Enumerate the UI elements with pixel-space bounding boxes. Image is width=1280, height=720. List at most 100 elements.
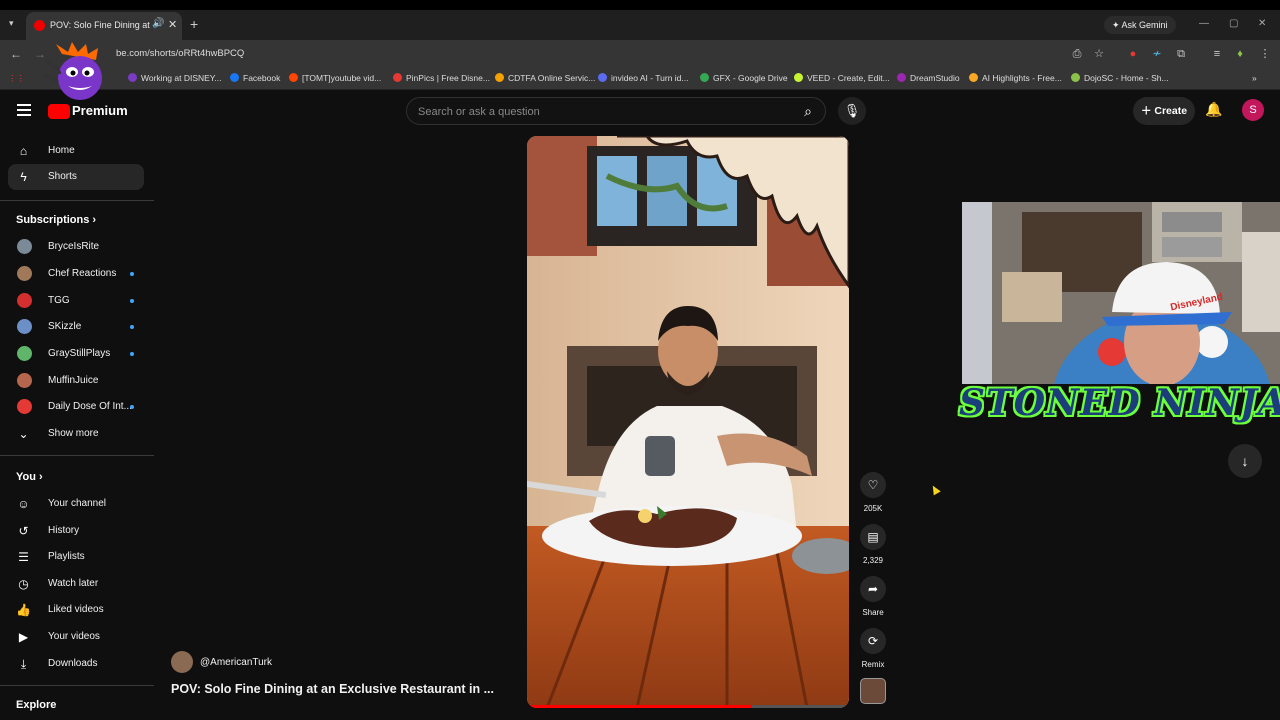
sidebar: ⌂ Home ϟ Shorts Subscriptions › BryceIsR… — [0, 132, 154, 720]
bookmark-item[interactable]: Facebook — [230, 73, 280, 83]
channel-avatar — [17, 346, 32, 361]
more-bookmarks-icon[interactable]: » — [1252, 73, 1257, 83]
sidebar-item-label: Downloads — [48, 658, 98, 669]
sidebar-subscription[interactable]: TGG — [8, 288, 144, 314]
sidebar-item-shorts[interactable]: ϟ Shorts — [8, 164, 144, 190]
sidebar-subscription[interactable]: Chef Reactions — [8, 261, 144, 287]
short-video-player[interactable] — [527, 136, 849, 708]
bookmark-star-icon[interactable]: ☆ — [1092, 47, 1106, 61]
bookmark-item[interactable]: invideo AI - Turn id... — [598, 73, 688, 83]
new-tab-button[interactable]: + — [190, 16, 198, 32]
sidebar-item-liked-videos[interactable]: 👍 Liked videos — [8, 597, 144, 623]
divider — [0, 455, 154, 456]
channel-avatar[interactable] — [171, 651, 193, 673]
playlists-icon: ☰ — [18, 550, 29, 564]
create-label: Create — [1154, 105, 1188, 117]
like-button[interactable]: ♡ 205K — [860, 472, 886, 513]
comment-count: 2,329 — [862, 556, 884, 565]
youtube-logo-icon[interactable] — [48, 104, 70, 119]
share-button[interactable]: ➦ Share — [860, 576, 886, 617]
browser-tab[interactable]: POV: Solo Fine Dining at an Exclusive Re… — [26, 12, 182, 40]
bookmark-item[interactable]: [TOMT]youtube vid... — [289, 73, 381, 83]
sidebar-item-playlists[interactable]: ☰ Playlists — [8, 544, 144, 570]
search-box[interactable]: Search or ask a question ⌕ — [406, 97, 826, 125]
microphone-icon[interactable]: 🎙 — [838, 97, 866, 125]
apps-icon[interactable]: ⋮⋮ — [8, 73, 25, 84]
comment-icon: ▤ — [860, 524, 886, 550]
extension-red-icon[interactable]: ● — [1126, 47, 1140, 61]
history-icon: ↺ — [18, 524, 29, 538]
mouse-cursor-icon — [929, 483, 941, 496]
url-field[interactable]: be.com/shorts/oRRt4hwBPCQ — [116, 48, 244, 59]
search-input[interactable]: Search or ask a question — [418, 106, 540, 118]
speaker-icon[interactable]: 🔊 — [152, 18, 164, 29]
bookmark-item[interactable]: DreamStudio — [897, 73, 960, 83]
install-app-icon[interactable]: ⎙ — [1070, 47, 1084, 61]
sidebar-item-your-videos[interactable]: ▶ Your videos — [8, 624, 144, 650]
bookmark-item[interactable]: AI Highlights - Free... — [969, 73, 1062, 83]
bookmark-favicon-icon — [128, 73, 137, 82]
channel-thumbnail[interactable] — [860, 678, 886, 704]
maximize-icon[interactable]: ▢ — [1229, 18, 1238, 29]
channel-avatar — [17, 266, 32, 281]
next-short-button[interactable]: ↓ — [1228, 444, 1262, 478]
show-more-button[interactable]: ⌄ Show more — [8, 421, 144, 447]
sidebar-item-downloads[interactable]: ⤓ Downloads — [8, 651, 144, 677]
short-title[interactable]: POV: Solo Fine Dining at an Exclusive Re… — [171, 682, 494, 696]
notifications-bell-icon[interactable]: 🔔 — [1205, 101, 1222, 118]
sidebar-subscription[interactable]: GrayStillPlays — [8, 341, 144, 367]
sidebar-item-home[interactable]: ⌂ Home — [8, 138, 144, 164]
bookmark-item[interactable]: Working at DISNEY... — [128, 73, 221, 83]
minimize-icon[interactable]: — — [1199, 18, 1209, 29]
tab-search-icon[interactable]: ▾ — [9, 18, 14, 29]
subscriptions-heading[interactable]: Subscriptions › — [16, 214, 96, 226]
divider — [0, 200, 154, 201]
bookmark-item[interactable]: DojoSC - Home - Sh... — [1071, 73, 1169, 83]
mascot-overlay-icon — [43, 42, 102, 100]
channel-avatar — [17, 373, 32, 388]
menu-icon[interactable] — [17, 104, 31, 116]
sidebar-subscription[interactable]: SKizzle — [8, 314, 144, 340]
account-avatar[interactable]: S — [1242, 99, 1264, 121]
pinpics-icon — [393, 73, 402, 82]
sidebar-item-history[interactable]: ↺ History — [8, 518, 144, 544]
create-button[interactable]: ＋ Create — [1133, 97, 1195, 125]
search-icon[interactable]: ⌕ — [795, 99, 821, 123]
sidebar-subscription[interactable]: MuffinJuice — [8, 368, 144, 394]
extension-green-icon[interactable]: ♦ — [1233, 47, 1247, 61]
top-strip — [0, 0, 1280, 10]
bookmark-item[interactable]: CDTFA Online Servic... — [495, 73, 595, 83]
sidebar-subscription[interactable]: BryceIsRite — [8, 234, 144, 260]
sidebar-subscription[interactable]: Daily Dose Of Int... — [8, 394, 144, 420]
bookmark-item[interactable]: GFX - Google Drive — [700, 73, 788, 83]
sidebar-item-label: Liked videos — [48, 604, 104, 615]
channel-name[interactable]: @AmericanTurk — [200, 657, 272, 668]
new-content-dot — [130, 272, 134, 276]
bookmarks-bar: ⋮⋮ Working at DISNEY... Facebook [TOMT]y… — [0, 68, 1280, 90]
back-icon[interactable]: ← — [10, 47, 22, 61]
share-icon: ➦ — [860, 576, 886, 602]
bookmark-label: [TOMT]youtube vid... — [302, 73, 382, 83]
sidebar-item-your-channel[interactable]: ☺ Your channel — [8, 491, 144, 517]
invideo-icon — [598, 73, 607, 82]
sidebar-item-watch-later[interactable]: ◷ Watch later — [8, 571, 144, 597]
bookmark-item[interactable]: VEED - Create, Edit... — [794, 73, 890, 83]
close-window-icon[interactable]: ✕ — [1258, 18, 1266, 29]
channel-avatar — [17, 293, 32, 308]
explore-heading: Explore — [16, 699, 57, 711]
subscription-label: SKizzle — [48, 321, 82, 332]
remix-button[interactable]: ⟳ Remix — [860, 628, 886, 669]
extension-blue-icon[interactable]: ≁ — [1150, 47, 1164, 61]
comments-button[interactable]: ▤ 2,329 — [860, 524, 886, 565]
close-tab-icon[interactable]: ✕ — [168, 18, 177, 31]
browser-menu-icon[interactable]: ⋮ — [1258, 47, 1272, 61]
show-more-label: Show more — [48, 428, 99, 439]
extensions-icon[interactable]: ⧉ — [1174, 47, 1188, 61]
you-heading[interactable]: You › — [16, 471, 43, 483]
cdtfa-icon — [495, 73, 504, 82]
ask-gemini-label: Ask Gemini — [1121, 20, 1168, 30]
bookmark-item[interactable]: PinPics | Free Disne... — [393, 73, 490, 83]
media-controls-icon[interactable]: ≡ — [1210, 47, 1224, 61]
ask-gemini-button[interactable]: ✦ Ask Gemini — [1104, 16, 1176, 34]
divider — [0, 685, 154, 686]
